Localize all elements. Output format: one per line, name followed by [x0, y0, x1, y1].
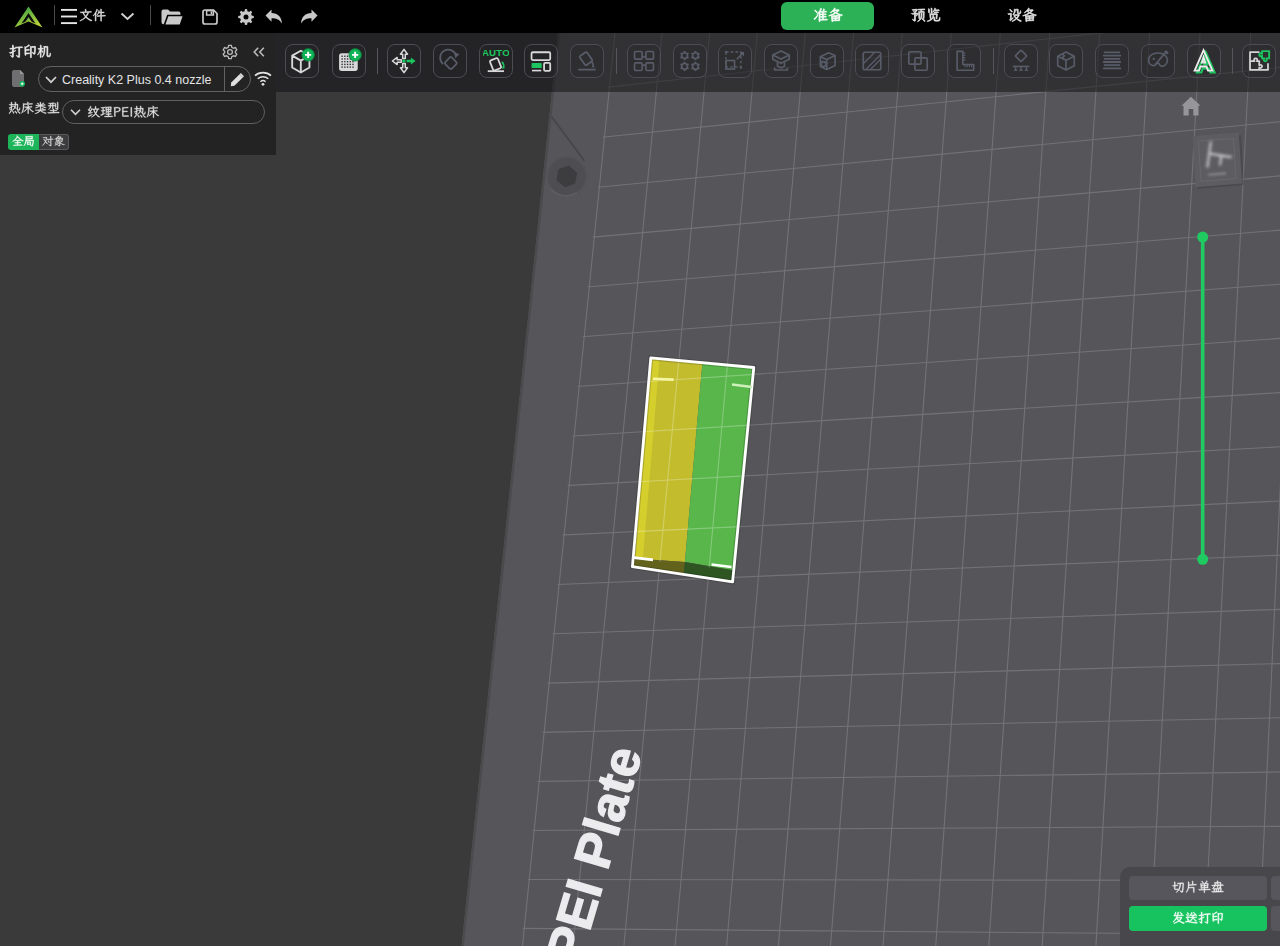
svg-text:AUTO: AUTO	[483, 48, 509, 58]
